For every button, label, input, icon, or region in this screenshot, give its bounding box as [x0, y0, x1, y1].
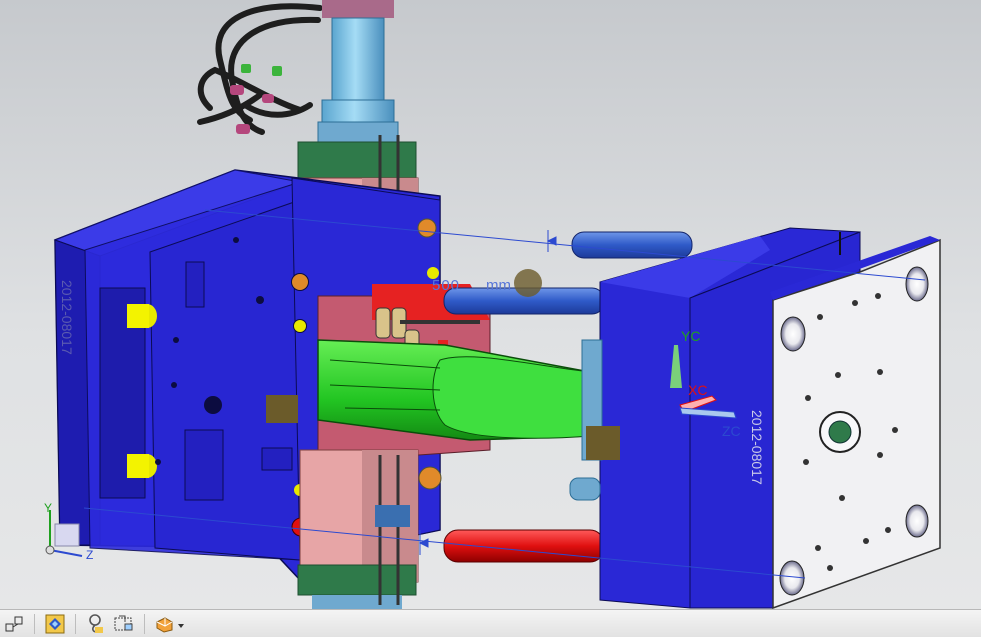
orient-view-icon[interactable] [112, 613, 136, 635]
dimension-unit: mm [486, 277, 511, 294]
render-style-dropdown-icon[interactable] [153, 613, 187, 635]
toolbar-separator [75, 613, 76, 634]
dimension-handle [514, 269, 542, 297]
wcs-zc-label: ZC [722, 423, 741, 439]
mold-3d-model: 2012-08017 2012-08017 500 mm YC XC ZC Y … [44, 0, 941, 609]
component-view-icon[interactable] [43, 613, 67, 635]
assembly-constraint-icon[interactable] [2, 613, 26, 635]
toolbar-separator [144, 613, 145, 634]
bottom-toolbar [0, 609, 981, 637]
graphics-window[interactable]: 2012-08017 2012-08017 500 mm YC XC ZC Y … [0, 0, 981, 609]
wcs-yc-label: YC [681, 328, 700, 344]
triad-z-label: Z [86, 548, 93, 562]
engraved-part-number-right: 2012-08017 [749, 410, 765, 485]
lasso-icon[interactable] [84, 613, 108, 635]
hydraulic-hoses [197, 3, 323, 135]
wcs-xc-label: XC [688, 382, 707, 398]
bottom-slide-block [297, 449, 419, 609]
dimension-value[interactable]: 500 [432, 277, 460, 294]
molded-part-green [317, 339, 591, 441]
triad-y-label: Y [44, 501, 52, 515]
toolbar-separator [34, 613, 35, 634]
engraved-part-number-left: 2012-08017 [59, 280, 75, 355]
hose-valves [241, 64, 282, 76]
